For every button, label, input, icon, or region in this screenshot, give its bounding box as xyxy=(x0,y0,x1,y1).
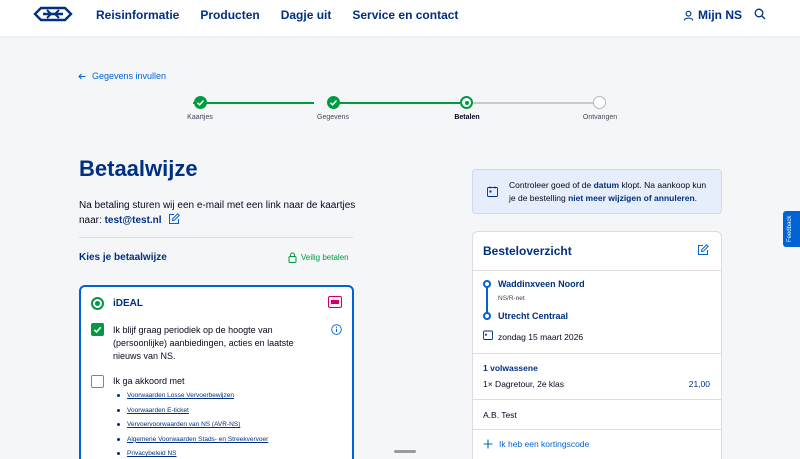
calendar-icon xyxy=(483,330,493,340)
notice-bold-datum: datum xyxy=(593,180,620,190)
step-ontvangen-icon xyxy=(593,96,606,109)
main-nav: Reisinformatie Producten Dagje uit Servi… xyxy=(96,8,479,22)
progress-stepper: Kaartjes Gegevens Betalen Ontvangen xyxy=(180,96,620,126)
traveller-name: A.B. Test xyxy=(483,410,517,420)
feedback-label: Feedback xyxy=(787,215,793,242)
order-divider xyxy=(473,270,721,271)
ideal-label: iDEAL xyxy=(113,298,143,309)
arrow-left-icon xyxy=(78,73,86,79)
section-divider xyxy=(79,237,353,238)
terms-list: Voorwaarden Losse Vervoerbewijzen Voorwa… xyxy=(117,391,268,459)
nav-dagje-uit[interactable]: Dagje uit xyxy=(281,8,332,22)
notice-bold-warning: niet meer wijzigen of annuleren xyxy=(568,193,695,203)
user-icon xyxy=(683,10,694,21)
step-gegevens-icon[interactable] xyxy=(327,96,340,109)
ideal-logo-icon xyxy=(328,296,342,308)
nav-service-contact[interactable]: Service en contact xyxy=(352,8,458,22)
mijn-ns-label: Mijn NS xyxy=(698,8,742,22)
step-label-gegevens: Gegevens xyxy=(317,114,349,121)
step-label-ontvangen: Ontvangen xyxy=(582,114,618,121)
secure-payment-text: Veilig betalen xyxy=(301,253,349,262)
terms-agree-text: Ik ga akkoord met xyxy=(113,376,185,386)
newsletter-checkbox[interactable] xyxy=(91,323,104,336)
plus-icon xyxy=(483,439,493,449)
nav-producten[interactable]: Producten xyxy=(200,8,259,22)
choose-method-heading: Kies je betaalwijze xyxy=(79,252,167,263)
step-label-betalen: Betalen xyxy=(454,114,480,121)
ideal-payment-card[interactable]: iDEAL Ik blijf graag periodiek op de hoo… xyxy=(79,285,354,459)
nav-reisinformatie[interactable]: Reisinformatie xyxy=(96,8,179,22)
edit-order-icon[interactable] xyxy=(697,244,709,256)
search-icon[interactable] xyxy=(754,8,766,20)
terms-checkbox[interactable] xyxy=(91,375,104,388)
page-title: Betaalwijze xyxy=(79,156,198,181)
feedback-tab[interactable]: Feedback xyxy=(783,211,800,247)
lead-text: Na betaling sturen wij een e-mail met ee… xyxy=(79,198,359,228)
discount-code-label: Ik heb een kortingscode xyxy=(499,439,590,449)
route-origin-dot xyxy=(483,280,491,288)
lock-icon xyxy=(288,252,297,263)
ns-logo-icon[interactable] xyxy=(33,6,73,22)
terms-link-losse-vervoerbewijzen[interactable]: Voorwaarden Losse Vervoerbewijzen xyxy=(117,391,268,406)
newsletter-text: Ik blijf graag periodiek op de hoogte va… xyxy=(113,325,294,361)
order-divider xyxy=(473,353,721,354)
date-notice: Controleer goed of de datum klopt. Na aa… xyxy=(472,169,722,214)
terms-link-stads-streekvervoer[interactable]: Algemene Voorwaarden Stads- en Streekver… xyxy=(117,435,268,450)
info-icon[interactable] xyxy=(331,324,342,335)
step-connector-3 xyxy=(473,102,593,104)
ticket-price: 21,00 xyxy=(688,379,710,389)
terms-link-e-ticket[interactable]: Voorwaarden E-ticket xyxy=(117,406,268,421)
email-address: test@test.nl xyxy=(104,215,162,226)
order-divider xyxy=(473,399,721,400)
scroll-handle[interactable] xyxy=(394,450,416,453)
back-link-label: Gegevens invullen xyxy=(92,71,167,81)
destination-station: Utrecht Centraal xyxy=(498,311,569,321)
network-label: NS/R-net xyxy=(498,295,525,302)
order-divider xyxy=(473,429,721,430)
order-summary-title: Besteloverzicht xyxy=(483,244,572,258)
secure-payment-label: Veilig betalen xyxy=(288,252,349,263)
notice-text-part-1: Controleer goed of de xyxy=(509,180,594,190)
order-summary: Besteloverzicht Waddinxveen Noord NS/R-n… xyxy=(472,231,722,459)
step-kaartjes-icon[interactable] xyxy=(194,96,207,109)
terms-link-avr-ns[interactable]: Vervoervoorwaarden van NS (AVR-NS) xyxy=(117,420,268,435)
mijn-ns-button[interactable]: Mijn NS xyxy=(683,8,742,22)
step-connector-1 xyxy=(193,102,314,104)
step-label-kaartjes: Kaartjes xyxy=(187,114,213,121)
date-notice-text: Controleer goed of de datum klopt. Na aa… xyxy=(509,179,714,205)
terms-link-privacybeleid[interactable]: Privacybeleid NS xyxy=(117,449,268,459)
back-link[interactable]: Gegevens invullen xyxy=(78,71,166,81)
site-header: Reisinformatie Producten Dagje uit Servi… xyxy=(0,0,800,36)
origin-station: Waddinxveen Noord xyxy=(498,279,585,289)
step-betalen-icon xyxy=(460,96,473,109)
step-connector-2 xyxy=(340,102,460,104)
calendar-icon xyxy=(487,186,498,197)
discount-code-button[interactable]: Ik heb een kortingscode xyxy=(483,439,589,449)
ideal-radio[interactable] xyxy=(91,297,104,310)
travel-date: zondag 15 maart 2026 xyxy=(498,332,584,342)
route-destination-dot xyxy=(483,312,491,320)
passenger-count: 1 volwassene xyxy=(483,363,538,373)
ticket-type: 1× Dagretour, 2e klas xyxy=(483,379,565,389)
notice-text-part-3: . xyxy=(694,193,698,203)
edit-email-icon[interactable] xyxy=(168,213,181,225)
